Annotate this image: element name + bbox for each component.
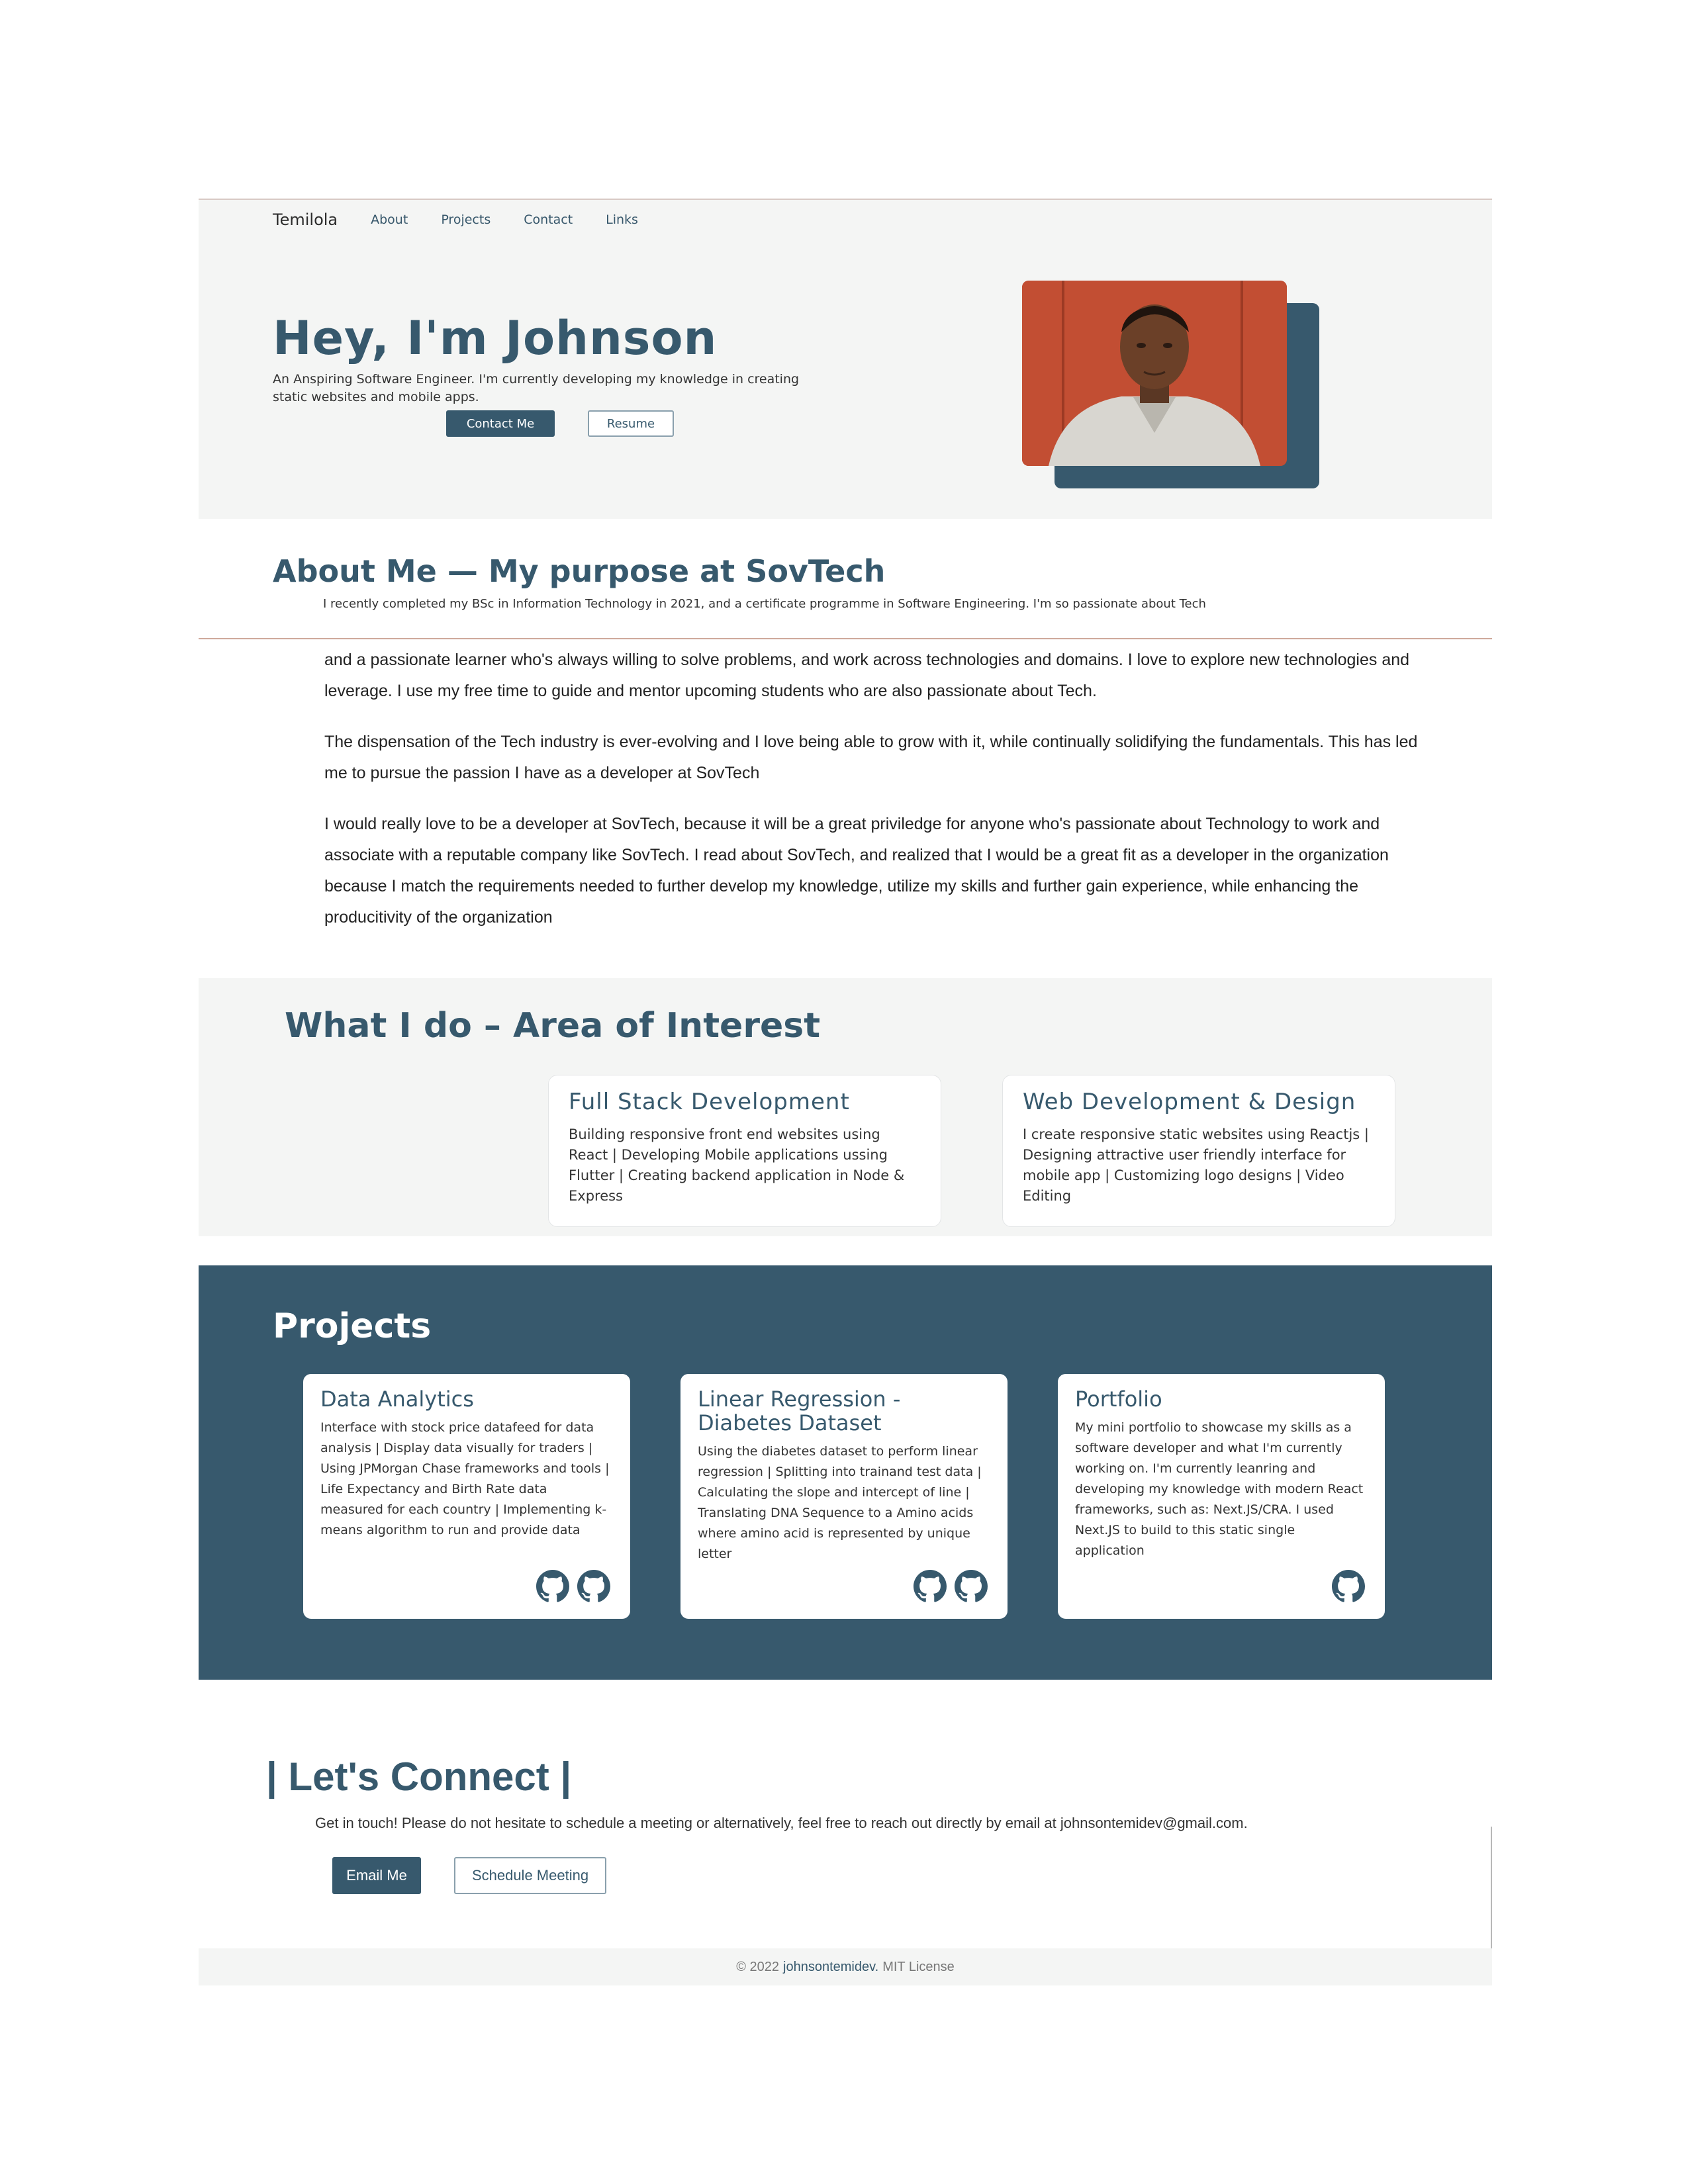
brand-name[interactable]: Temilola	[273, 210, 338, 229]
hero-title: Hey, I'm Johnson	[273, 311, 718, 365]
project-links	[1332, 1570, 1365, 1603]
portfolio-page: Temilola About Projects Contact Links He…	[199, 199, 1492, 1985]
connect-text: Get in touch! Please do not hesitate to …	[315, 1815, 1248, 1831]
project-links	[536, 1570, 610, 1603]
nav-link-links[interactable]: Links	[606, 212, 638, 227]
about-paragraph: and a passionate learner who's always wi…	[324, 651, 1410, 700]
nav-link-projects[interactable]: Projects	[441, 212, 491, 227]
interest-card-title: Web Development & Design	[1023, 1089, 1356, 1115]
nav-link-contact[interactable]: Contact	[524, 212, 573, 227]
email-me-button[interactable]: Email Me	[332, 1857, 421, 1894]
project-card-text: Using the diabetes dataset to perform li…	[698, 1444, 982, 1561]
hero-tagline: An Anspiring Software Engineer. I'm curr…	[273, 372, 800, 404]
footer: © 2022 johnsontemidev. MIT License	[199, 1948, 1492, 1985]
interest-card-title: Full Stack Development	[569, 1089, 850, 1115]
project-card-title: Data Analytics	[320, 1387, 474, 1412]
about-paragraph: I would really love to be a developer at…	[324, 815, 1389, 927]
interest-title: What I do – Area of Interest	[285, 1006, 821, 1046]
about-title: About Me — My purpose at SovTech	[273, 553, 886, 589]
about-body: and a passionate learner who's always wi…	[324, 645, 1436, 953]
github-icon[interactable]	[1332, 1570, 1365, 1603]
connect-title: | Let's Connect |	[266, 1754, 572, 1799]
github-icon[interactable]	[577, 1570, 610, 1603]
interest-card-text: I create responsive static websites usin…	[1023, 1126, 1369, 1204]
about-paragraph: The dispensation of the Tech industry is…	[324, 733, 1418, 782]
github-icon[interactable]	[914, 1570, 947, 1603]
project-links	[914, 1570, 988, 1603]
project-card-title: Portfolio	[1075, 1387, 1162, 1412]
project-card-portfolio: Portfolio My mini portfolio to showcase …	[1058, 1374, 1385, 1619]
interest-card-text: Building responsive front end websites u…	[569, 1126, 905, 1204]
profile-photo	[1022, 281, 1287, 466]
projects-title: Projects	[273, 1306, 432, 1346]
top-nav: Temilola About Projects Contact Links	[273, 210, 671, 229]
github-icon[interactable]	[955, 1570, 988, 1603]
resume-button[interactable]: Resume	[588, 410, 674, 437]
project-card-text: Interface with stock price datafeed for …	[320, 1420, 610, 1537]
footer-copyright: © 2022	[736, 1959, 780, 1974]
interest-card-fullstack: Full Stack Development Building responsi…	[548, 1075, 941, 1227]
contact-me-button[interactable]: Contact Me	[446, 410, 555, 437]
projects-section: Projects Data Analytics Interface with s…	[199, 1265, 1492, 1680]
hero-section: Temilola About Projects Contact Links He…	[199, 199, 1492, 519]
section-divider	[199, 638, 1492, 639]
project-card-data-analytics: Data Analytics Interface with stock pric…	[303, 1374, 630, 1619]
nav-link-about[interactable]: About	[371, 212, 408, 227]
schedule-meeting-button[interactable]: Schedule Meeting	[454, 1857, 606, 1894]
github-icon[interactable]	[536, 1570, 569, 1603]
project-card-title: Linear Regression - Diabetes Dataset	[698, 1387, 901, 1435]
about-intro-line: I recently completed my BSc in Informati…	[323, 597, 1206, 611]
project-card-text: My mini portfolio to showcase my skills …	[1075, 1420, 1364, 1558]
interest-section: What I do – Area of Interest Full Stack …	[199, 978, 1492, 1236]
footer-owner-link[interactable]: johnsontemidev.	[783, 1960, 878, 1975]
interest-card-webdev: Web Development & Design I create respon…	[1002, 1075, 1395, 1227]
footer-license[interactable]: MIT License	[882, 1960, 955, 1975]
profile-portrait-illustration	[1022, 281, 1287, 466]
project-card-linear-regression: Linear Regression - Diabetes Dataset Usi…	[680, 1374, 1008, 1619]
